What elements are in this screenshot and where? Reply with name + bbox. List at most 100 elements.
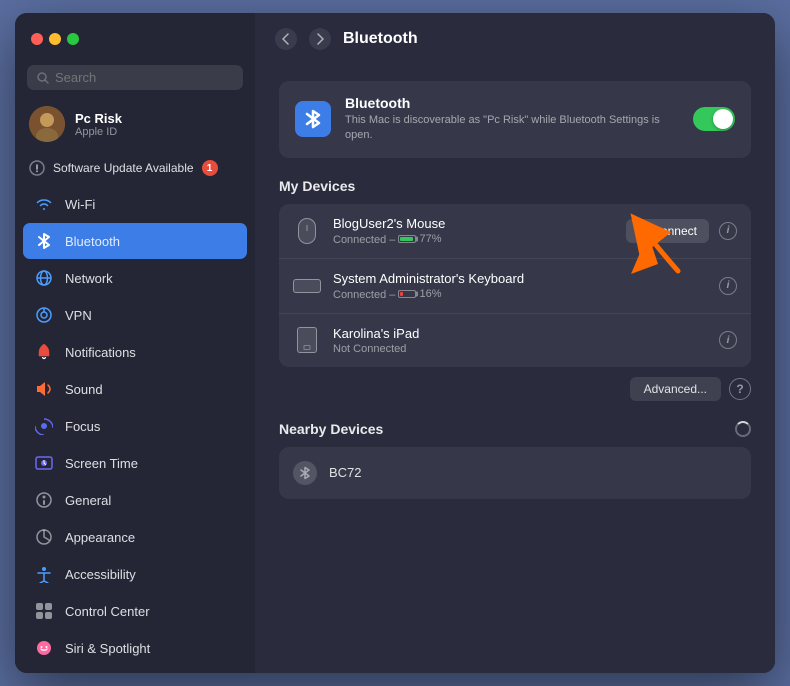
- nearby-devices-header-row: Nearby Devices: [279, 421, 751, 437]
- user-info: Pc Risk Apple ID: [75, 111, 122, 138]
- screen-time-icon: [33, 452, 55, 474]
- sidebar-label-control-center: Control Center: [65, 604, 150, 619]
- bluetooth-card-description: This Mac is discoverable as "Pc Risk" wh…: [345, 113, 679, 144]
- main-content: Bluetooth This Mac is discoverable as "P…: [255, 65, 775, 673]
- nav-forward-button[interactable]: [309, 28, 331, 50]
- device-info-mouse: BlogUser2's Mouse Connected – 77%: [333, 216, 614, 246]
- device-actions-keyboard: i: [713, 277, 737, 295]
- nearby-device-icon: [293, 461, 317, 485]
- sidebar-label-vpn: VPN: [65, 308, 92, 323]
- page-title: Bluetooth: [343, 30, 418, 48]
- sidebar-label-accessibility: Accessibility: [65, 567, 136, 582]
- focus-icon: [33, 415, 55, 437]
- bluetooth-card-title: Bluetooth: [345, 95, 679, 111]
- close-button[interactable]: [31, 33, 43, 45]
- bluetooth-nearby-icon: [299, 466, 311, 480]
- disconnect-button[interactable]: Disconnect: [626, 219, 709, 243]
- device-actions-mouse: Disconnect i: [626, 219, 737, 243]
- accessibility-icon: [33, 563, 55, 585]
- bluetooth-toggle[interactable]: [693, 107, 735, 131]
- chevron-right-icon: [316, 33, 324, 45]
- sidebar-items-list: Wi-Fi Bluetooth: [15, 186, 255, 661]
- my-devices-header: My Devices: [279, 178, 751, 194]
- sidebar-item-notifications[interactable]: Notifications: [23, 334, 247, 370]
- sound-icon: [33, 378, 55, 400]
- search-bar[interactable]: [27, 65, 243, 90]
- general-icon: [33, 489, 55, 511]
- control-center-icon: [33, 600, 55, 622]
- avatar: [29, 106, 65, 142]
- device-info-button-keyboard[interactable]: i: [719, 277, 737, 295]
- keyboard-device-icon: [293, 272, 321, 300]
- mouse-device-icon: [293, 217, 321, 245]
- main-panel: Bluetooth Bluetooth This Mac is discover…: [255, 13, 775, 673]
- sidebar-item-siri[interactable]: Siri & Spotlight: [23, 630, 247, 661]
- bluetooth-icon: [33, 230, 55, 252]
- bluetooth-card: Bluetooth This Mac is discoverable as "P…: [279, 81, 751, 158]
- sidebar-item-network[interactable]: Network: [23, 260, 247, 296]
- update-banner[interactable]: Software Update Available 1: [15, 154, 255, 182]
- sidebar-item-sound[interactable]: Sound: [23, 371, 247, 407]
- user-section: Pc Risk Apple ID: [15, 98, 255, 154]
- search-input[interactable]: [55, 70, 233, 85]
- main-header: Bluetooth: [255, 13, 775, 65]
- ipad-device-icon: [293, 326, 321, 354]
- update-text: Software Update Available: [53, 161, 194, 175]
- sidebar-item-appearance[interactable]: Appearance: [23, 519, 247, 555]
- device-name-mouse: BlogUser2's Mouse: [333, 216, 614, 231]
- device-status-keyboard: Connected – 16%: [333, 288, 701, 301]
- sidebar-item-screen-time[interactable]: Screen Time: [23, 445, 247, 481]
- bluetooth-card-icon: [295, 101, 331, 137]
- nearby-device-bc72: BC72: [279, 447, 751, 499]
- sidebar-item-wifi[interactable]: Wi-Fi: [23, 186, 247, 222]
- sidebar-item-accessibility[interactable]: Accessibility: [23, 556, 247, 592]
- device-info-keyboard: System Administrator's Keyboard Connecte…: [333, 271, 701, 301]
- sidebar-label-wifi: Wi-Fi: [65, 197, 95, 212]
- device-actions-ipad: i: [713, 331, 737, 349]
- bluetooth-card-text: Bluetooth This Mac is discoverable as "P…: [345, 95, 679, 144]
- nearby-devices-header: Nearby Devices: [279, 421, 383, 437]
- device-info-button-ipad[interactable]: i: [719, 331, 737, 349]
- sidebar-label-general: General: [65, 493, 111, 508]
- sidebar-label-appearance: Appearance: [65, 530, 135, 545]
- sidebar-item-vpn[interactable]: VPN: [23, 297, 247, 333]
- notifications-icon: [33, 341, 55, 363]
- sidebar-item-focus[interactable]: Focus: [23, 408, 247, 444]
- sidebar-label-sound: Sound: [65, 382, 103, 397]
- minimize-button[interactable]: [49, 33, 61, 45]
- apple-id-label: Apple ID: [75, 126, 122, 138]
- sidebar: Pc Risk Apple ID Software Update Availab…: [15, 13, 255, 673]
- sidebar-item-control-center[interactable]: Control Center: [23, 593, 247, 629]
- device-row-keyboard: System Administrator's Keyboard Connecte…: [279, 259, 751, 314]
- user-name: Pc Risk: [75, 111, 122, 126]
- sidebar-item-bluetooth[interactable]: Bluetooth: [23, 223, 247, 259]
- traffic-lights: [31, 33, 79, 45]
- sidebar-label-focus: Focus: [65, 419, 100, 434]
- device-name-ipad: Karolina's iPad: [333, 326, 701, 341]
- help-button[interactable]: ?: [729, 378, 751, 400]
- bottom-actions: Advanced... ?: [279, 377, 751, 401]
- device-info-button-mouse[interactable]: i: [719, 222, 737, 240]
- device-name-keyboard: System Administrator's Keyboard: [333, 271, 701, 286]
- devices-list: BlogUser2's Mouse Connected – 77% Discon…: [279, 204, 751, 367]
- appearance-icon: [33, 526, 55, 548]
- sidebar-label-screen-time: Screen Time: [65, 456, 138, 471]
- titlebar: [15, 13, 255, 65]
- update-badge: 1: [202, 160, 218, 176]
- loading-spinner: [735, 421, 751, 437]
- avatar-image: [29, 106, 65, 142]
- sidebar-label-bluetooth: Bluetooth: [65, 234, 120, 249]
- wifi-icon: [33, 193, 55, 215]
- sidebar-item-general[interactable]: General: [23, 482, 247, 518]
- network-icon: [33, 267, 55, 289]
- fullscreen-button[interactable]: [67, 33, 79, 45]
- nav-back-button[interactable]: [275, 28, 297, 50]
- bluetooth-symbol-icon: [304, 108, 322, 130]
- battery-bar-mouse: [398, 235, 416, 243]
- nearby-device-name: BC72: [329, 465, 362, 480]
- device-row-ipad: Karolina's iPad Not Connected i: [279, 314, 751, 367]
- sidebar-label-siri: Siri & Spotlight: [65, 641, 150, 656]
- battery-bar-keyboard: [398, 290, 416, 298]
- search-icon: [37, 72, 49, 84]
- advanced-button[interactable]: Advanced...: [630, 377, 721, 401]
